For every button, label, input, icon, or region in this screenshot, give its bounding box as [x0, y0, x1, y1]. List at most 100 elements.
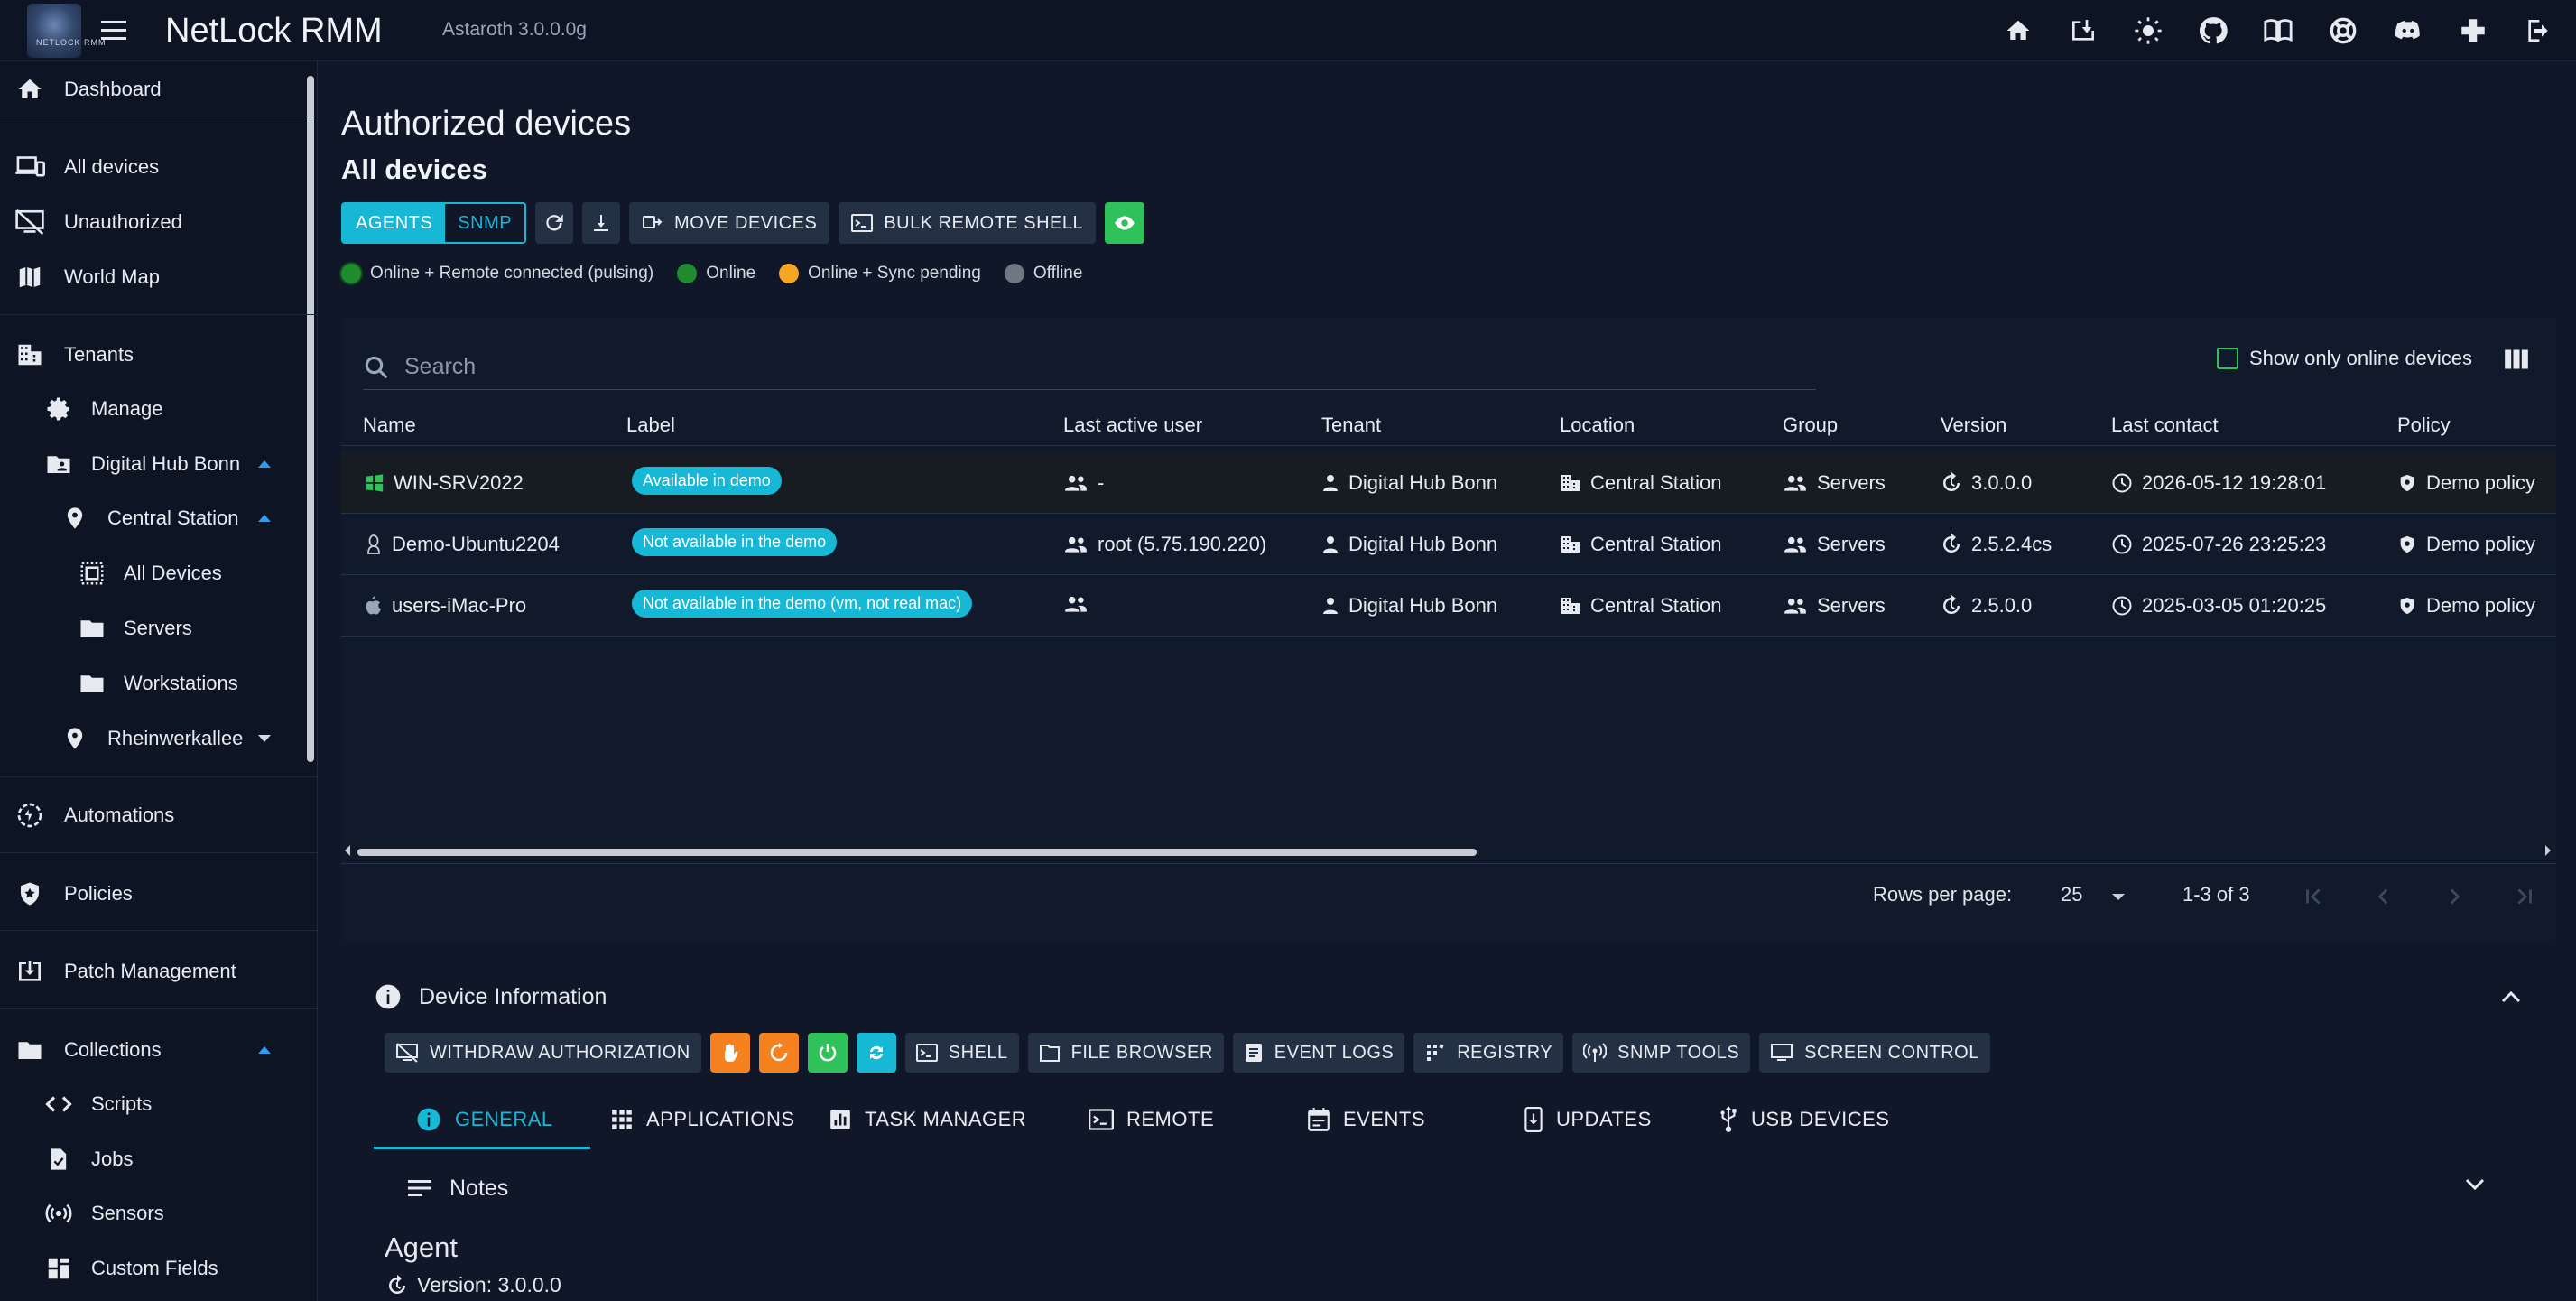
tab-updates[interactable]: UPDATES	[1524, 1091, 1652, 1148]
column-header-group[interactable]: Group	[1783, 414, 1838, 437]
legend-label: Online + Sync pending	[808, 264, 981, 283]
search-bar	[363, 345, 1816, 390]
table-row[interactable]: Demo-Ubuntu2204 Not available in the dem…	[341, 514, 2556, 575]
chevron-down-icon[interactable]	[2110, 892, 2127, 903]
tab-task-manager[interactable]: TASK MANAGER	[829, 1091, 1026, 1148]
home-icon[interactable]	[2000, 13, 2036, 49]
scroll-left-icon[interactable]	[343, 844, 352, 857]
screen-control-button[interactable]: SCREEN CONTROL	[1759, 1033, 1990, 1073]
sidebar-item-manage[interactable]: Manage	[0, 386, 298, 432]
table-row[interactable]: users-iMac-Pro Not available in the demo…	[341, 575, 2556, 637]
checkbox[interactable]	[2217, 348, 2238, 369]
registry-button[interactable]: REGISTRY	[1413, 1033, 1564, 1073]
horizontal-scrollbar[interactable]	[357, 849, 1477, 856]
status-legend: Online + Remote connected (pulsing) Onli…	[341, 264, 1098, 283]
tab-label: TASK MANAGER	[865, 1108, 1027, 1130]
power-icon	[817, 1042, 839, 1064]
show-online-only-checkbox[interactable]: Show only online devices	[2217, 347, 2472, 370]
menu-toggle-icon[interactable]	[101, 18, 130, 43]
collapse-caret-icon[interactable]	[258, 1046, 271, 1054]
sidebar-item-world-map[interactable]: World Map	[0, 255, 298, 300]
sidebar-item-group-workstations[interactable]: Workstations	[0, 661, 298, 706]
scroll-right-icon[interactable]	[2544, 844, 2553, 857]
file-browser-button[interactable]: FILE BROWSER	[1027, 1033, 1224, 1073]
tab-usb-devices[interactable]: USB DEVICES	[1719, 1091, 1889, 1148]
logout-icon[interactable]	[2520, 13, 2556, 49]
shield-icon	[13, 877, 47, 911]
sync-button[interactable]	[856, 1033, 896, 1073]
sidebar-item-scripts[interactable]: Scripts	[0, 1082, 298, 1127]
table-row[interactable]: WIN-SRV2022 Available in demo - Digital …	[341, 452, 2556, 514]
sidebar-item-tenants[interactable]: Tenants	[0, 332, 298, 377]
show-online-status-button[interactable]	[1105, 202, 1145, 244]
sidebar-item-sensors[interactable]: Sensors	[0, 1191, 298, 1236]
theme-toggle-icon[interactable]	[2130, 13, 2166, 49]
stop-button[interactable]	[709, 1033, 750, 1073]
tab-remote[interactable]: REMOTE	[1089, 1091, 1214, 1148]
restart-button[interactable]	[758, 1033, 799, 1073]
sidebar-item-policies[interactable]: Policies	[0, 871, 298, 916]
column-header-last-active-user[interactable]: Last active user	[1063, 414, 1202, 437]
sidebar-item-location-central-station[interactable]: Central Station	[0, 496, 298, 541]
sidebar-item-unauthorized[interactable]: Unauthorized	[0, 200, 298, 245]
netlock-logo[interactable]	[27, 4, 81, 58]
search-input[interactable]	[404, 350, 1758, 383]
sidebar-item-patch-management[interactable]: Patch Management	[0, 949, 298, 994]
previous-page-icon[interactable]	[2372, 885, 2395, 908]
column-header-location[interactable]: Location	[1560, 414, 1635, 437]
column-header-label[interactable]: Label	[626, 414, 675, 437]
device-information-header[interactable]: Device Information	[374, 982, 607, 1011]
tab-events[interactable]: EVENTS	[1307, 1091, 1425, 1148]
sidebar-item-dashboard[interactable]: Dashboard	[0, 67, 298, 112]
rows-per-page-select[interactable]: 25	[2061, 883, 2082, 906]
column-header-tenant[interactable]: Tenant	[1321, 414, 1381, 437]
sidebar-item-label: Sensors	[91, 1202, 164, 1224]
sidebar-item-jobs[interactable]: Jobs	[0, 1137, 298, 1182]
last-page-icon[interactable]	[2513, 885, 2536, 908]
download-install-icon[interactable]	[2065, 13, 2101, 49]
gamepad-icon[interactable]	[2455, 13, 2491, 49]
sidebar-item-all-devices[interactable]: All devices	[0, 144, 298, 190]
chevron-down-icon[interactable]	[2464, 1177, 2486, 1192]
next-page-icon[interactable]	[2442, 885, 2466, 908]
event-logs-button[interactable]: EVENT LOGS	[1232, 1033, 1405, 1073]
withdraw-authorization-button[interactable]: WITHDRAW AUTHORIZATION	[385, 1033, 701, 1073]
notes-expander[interactable]: Notes	[374, 1163, 2531, 1213]
refresh-button[interactable]	[535, 202, 574, 244]
collapse-caret-icon[interactable]	[258, 460, 271, 468]
column-header-version[interactable]: Version	[1941, 414, 2006, 437]
first-page-icon[interactable]	[2302, 885, 2325, 908]
sidebar-item-tenant-digital-hub-bonn[interactable]: Digital Hub Bonn	[0, 441, 298, 487]
column-header-last-contact[interactable]: Last contact	[2111, 414, 2219, 437]
bulk-remote-shell-button[interactable]: BULK REMOTE SHELL	[839, 202, 1097, 244]
chevron-up-icon[interactable]	[2500, 990, 2522, 1004]
column-header-name[interactable]: Name	[363, 414, 416, 437]
snmp-tools-button[interactable]: SNMP TOOLS	[1572, 1033, 1751, 1073]
shell-button[interactable]: SHELL	[904, 1033, 1019, 1073]
sidebar-item-collections[interactable]: Collections	[0, 1027, 298, 1073]
sidebar-item-location-rheinwerkallee[interactable]: Rheinwerkallee	[0, 716, 298, 761]
tab-general[interactable]: GENERAL	[415, 1091, 553, 1148]
discord-icon[interactable]	[2390, 13, 2426, 49]
sidebar-item-automations[interactable]: Automations	[0, 793, 298, 838]
sidebar-scrollbar[interactable]	[307, 76, 314, 762]
github-icon[interactable]	[2195, 13, 2231, 49]
sidebar-item-label: Servers	[124, 617, 192, 639]
snmp-toggle-button[interactable]: SNMP	[445, 204, 524, 242]
tab-applications[interactable]: APPLICATIONS	[610, 1091, 795, 1148]
label-badge: Not available in the demo (vm, not real …	[632, 590, 973, 618]
monitor-icon	[1770, 1042, 1793, 1064]
collapse-caret-icon[interactable]	[258, 515, 271, 522]
expand-caret-icon[interactable]	[258, 735, 271, 742]
move-devices-button[interactable]: MOVE DEVICES	[629, 202, 830, 244]
sidebar-item-group-all-devices[interactable]: All Devices	[0, 551, 298, 596]
sidebar-item-group-servers[interactable]: Servers	[0, 606, 298, 651]
sidebar-item-custom-fields[interactable]: Custom Fields	[0, 1246, 298, 1291]
export-download-button[interactable]	[582, 202, 621, 244]
documentation-book-icon[interactable]	[2260, 13, 2296, 49]
support-lifebuoy-icon[interactable]	[2325, 13, 2361, 49]
power-button[interactable]	[807, 1033, 848, 1073]
column-selector-icon[interactable]	[2504, 348, 2529, 370]
column-header-policy[interactable]: Policy	[2397, 414, 2451, 437]
agents-toggle-button[interactable]: AGENTS	[343, 204, 446, 242]
